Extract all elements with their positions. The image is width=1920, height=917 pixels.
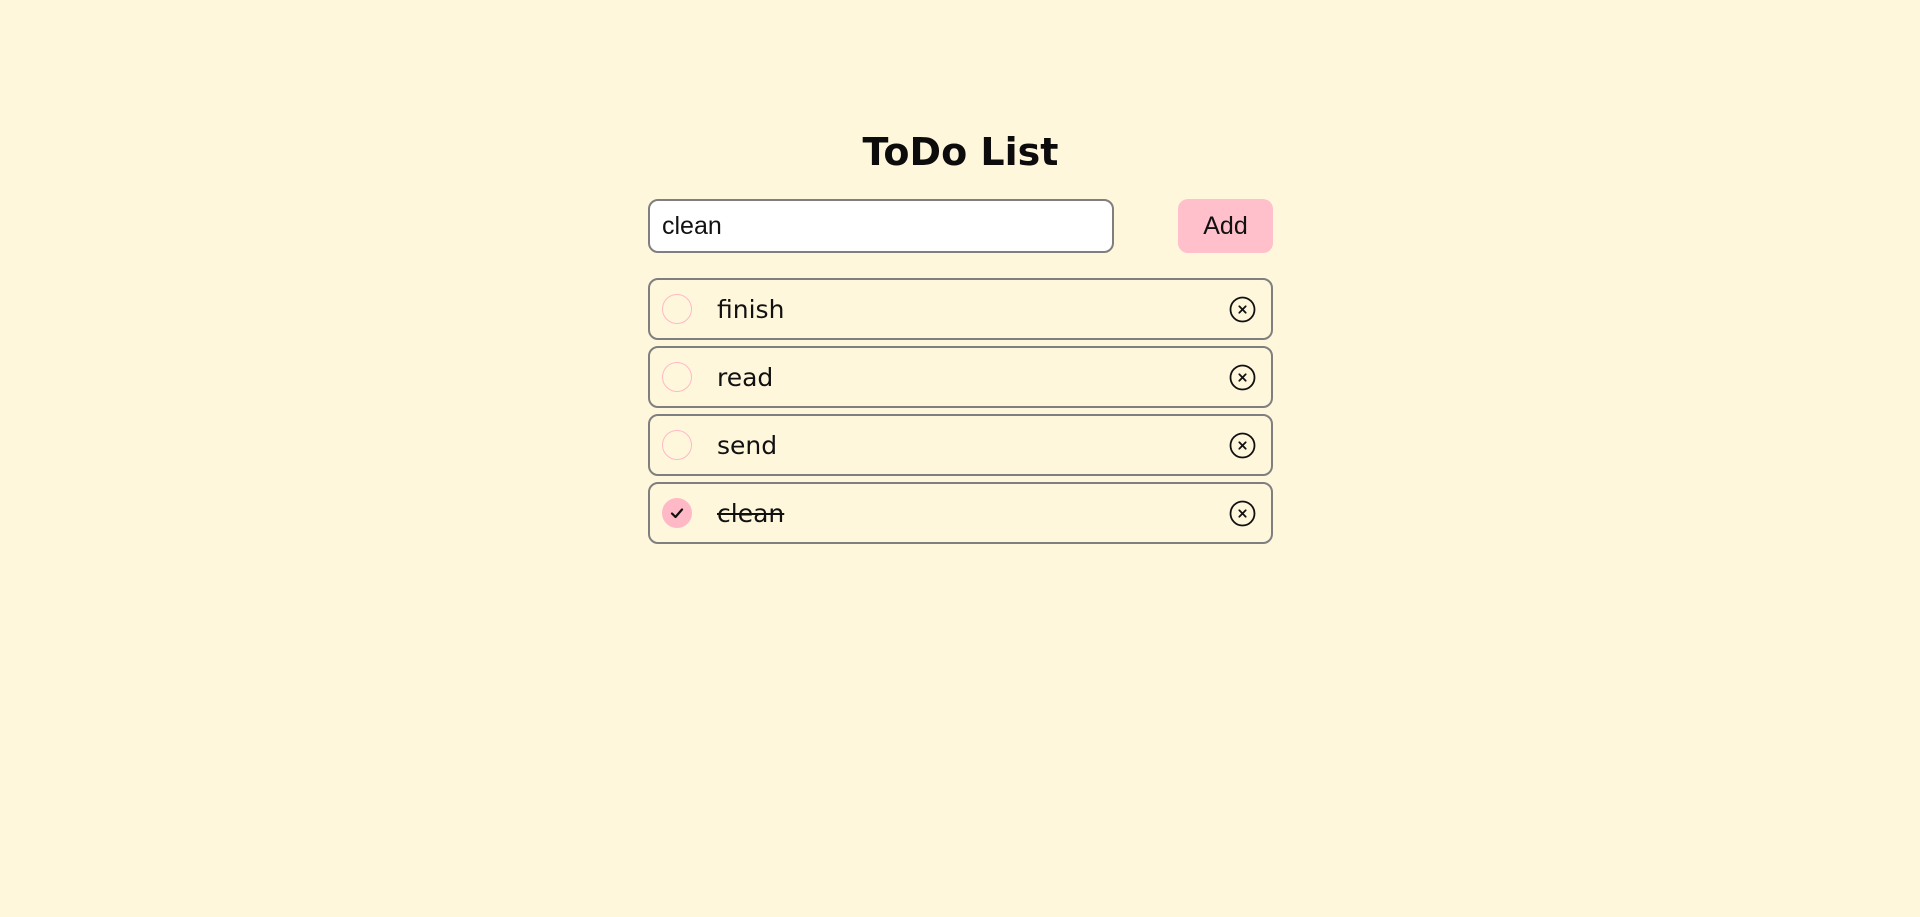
close-circle-icon: [1229, 500, 1256, 527]
add-button[interactable]: Add: [1178, 199, 1273, 253]
close-circle-icon: [1229, 296, 1256, 323]
todo-item: send: [648, 414, 1273, 476]
delete-button[interactable]: [1229, 364, 1256, 391]
delete-button[interactable]: [1229, 500, 1256, 527]
todo-item: read: [648, 346, 1273, 408]
todo-text: read: [717, 363, 774, 392]
page-title: ToDo List: [862, 130, 1059, 174]
delete-button[interactable]: [1229, 432, 1256, 459]
todo-checkbox-checked[interactable]: [662, 498, 692, 528]
checkmark-icon: [670, 508, 684, 519]
todo-text: finish: [717, 295, 785, 324]
delete-button[interactable]: [1229, 296, 1256, 323]
todo-item: finish: [648, 278, 1273, 340]
todo-text: send: [717, 431, 778, 460]
add-todo-form: Add: [648, 199, 1273, 253]
close-circle-icon: [1229, 364, 1256, 391]
todo-checkbox[interactable]: [662, 430, 692, 460]
todo-text: clean: [717, 499, 785, 528]
todo-list: finish read send clean: [648, 278, 1273, 550]
todo-input[interactable]: [648, 199, 1114, 253]
todo-checkbox[interactable]: [662, 362, 692, 392]
todo-checkbox[interactable]: [662, 294, 692, 324]
close-circle-icon: [1229, 432, 1256, 459]
todo-item: clean: [648, 482, 1273, 544]
